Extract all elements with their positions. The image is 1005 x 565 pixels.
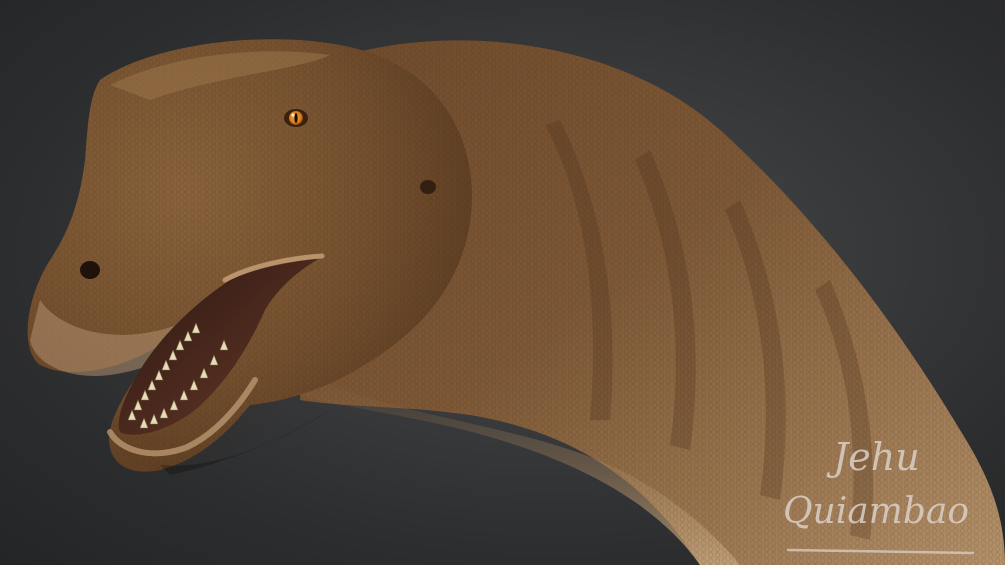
render-canvas: Jehu Quiambao [0, 0, 1005, 565]
nostril [80, 261, 100, 279]
ear-opening [420, 180, 436, 194]
dinosaur-illustration [27, 35, 1005, 565]
eye [284, 109, 308, 127]
